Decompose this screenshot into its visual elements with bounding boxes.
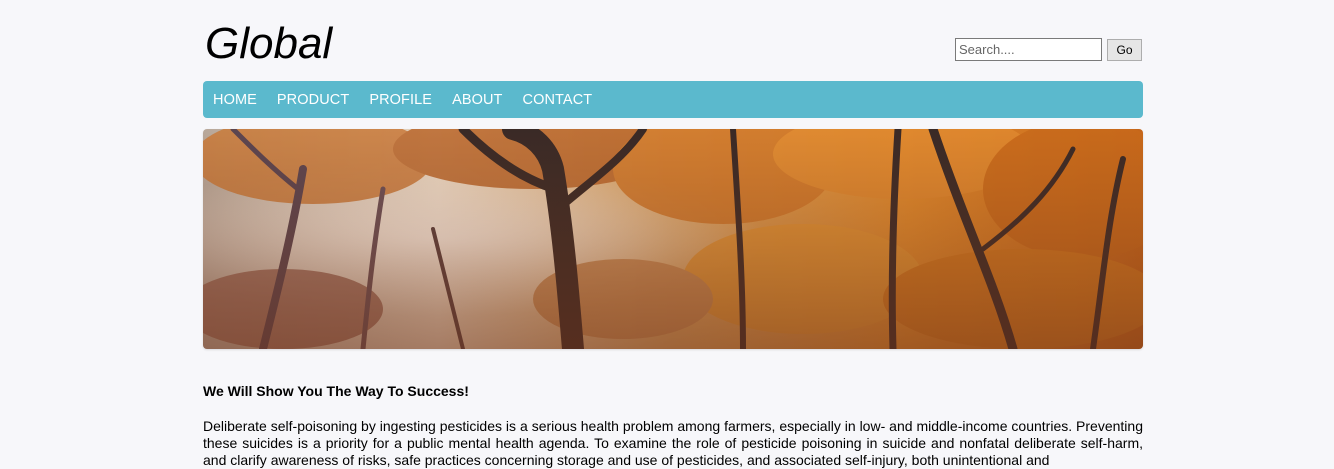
main-content: We Will Show You The Way To Success! Del… [203,383,1143,469]
nav-item-home[interactable]: HOME [213,92,257,108]
search-form: Go [955,38,1142,61]
body-paragraph: Deliberate self-poisoning by ingesting p… [203,418,1143,468]
search-input[interactable] [955,38,1102,61]
banner-image [203,129,1143,349]
site-logo[interactable]: Global [205,18,332,70]
page-headline: We Will Show You The Way To Success! [203,383,469,399]
main-nav: HOME PRODUCT PROFILE ABOUT CONTACT [203,81,1143,118]
header: Global Go [203,0,1143,81]
nav-item-profile[interactable]: PROFILE [369,92,432,108]
nav-item-product[interactable]: PRODUCT [277,92,349,108]
nav-item-about[interactable]: ABOUT [452,92,502,108]
go-button[interactable]: Go [1107,38,1142,61]
nav-item-contact[interactable]: CONTACT [523,92,593,108]
page-container: Global Go HOME PRODUCT PROFILE ABOUT CON… [203,0,1143,469]
